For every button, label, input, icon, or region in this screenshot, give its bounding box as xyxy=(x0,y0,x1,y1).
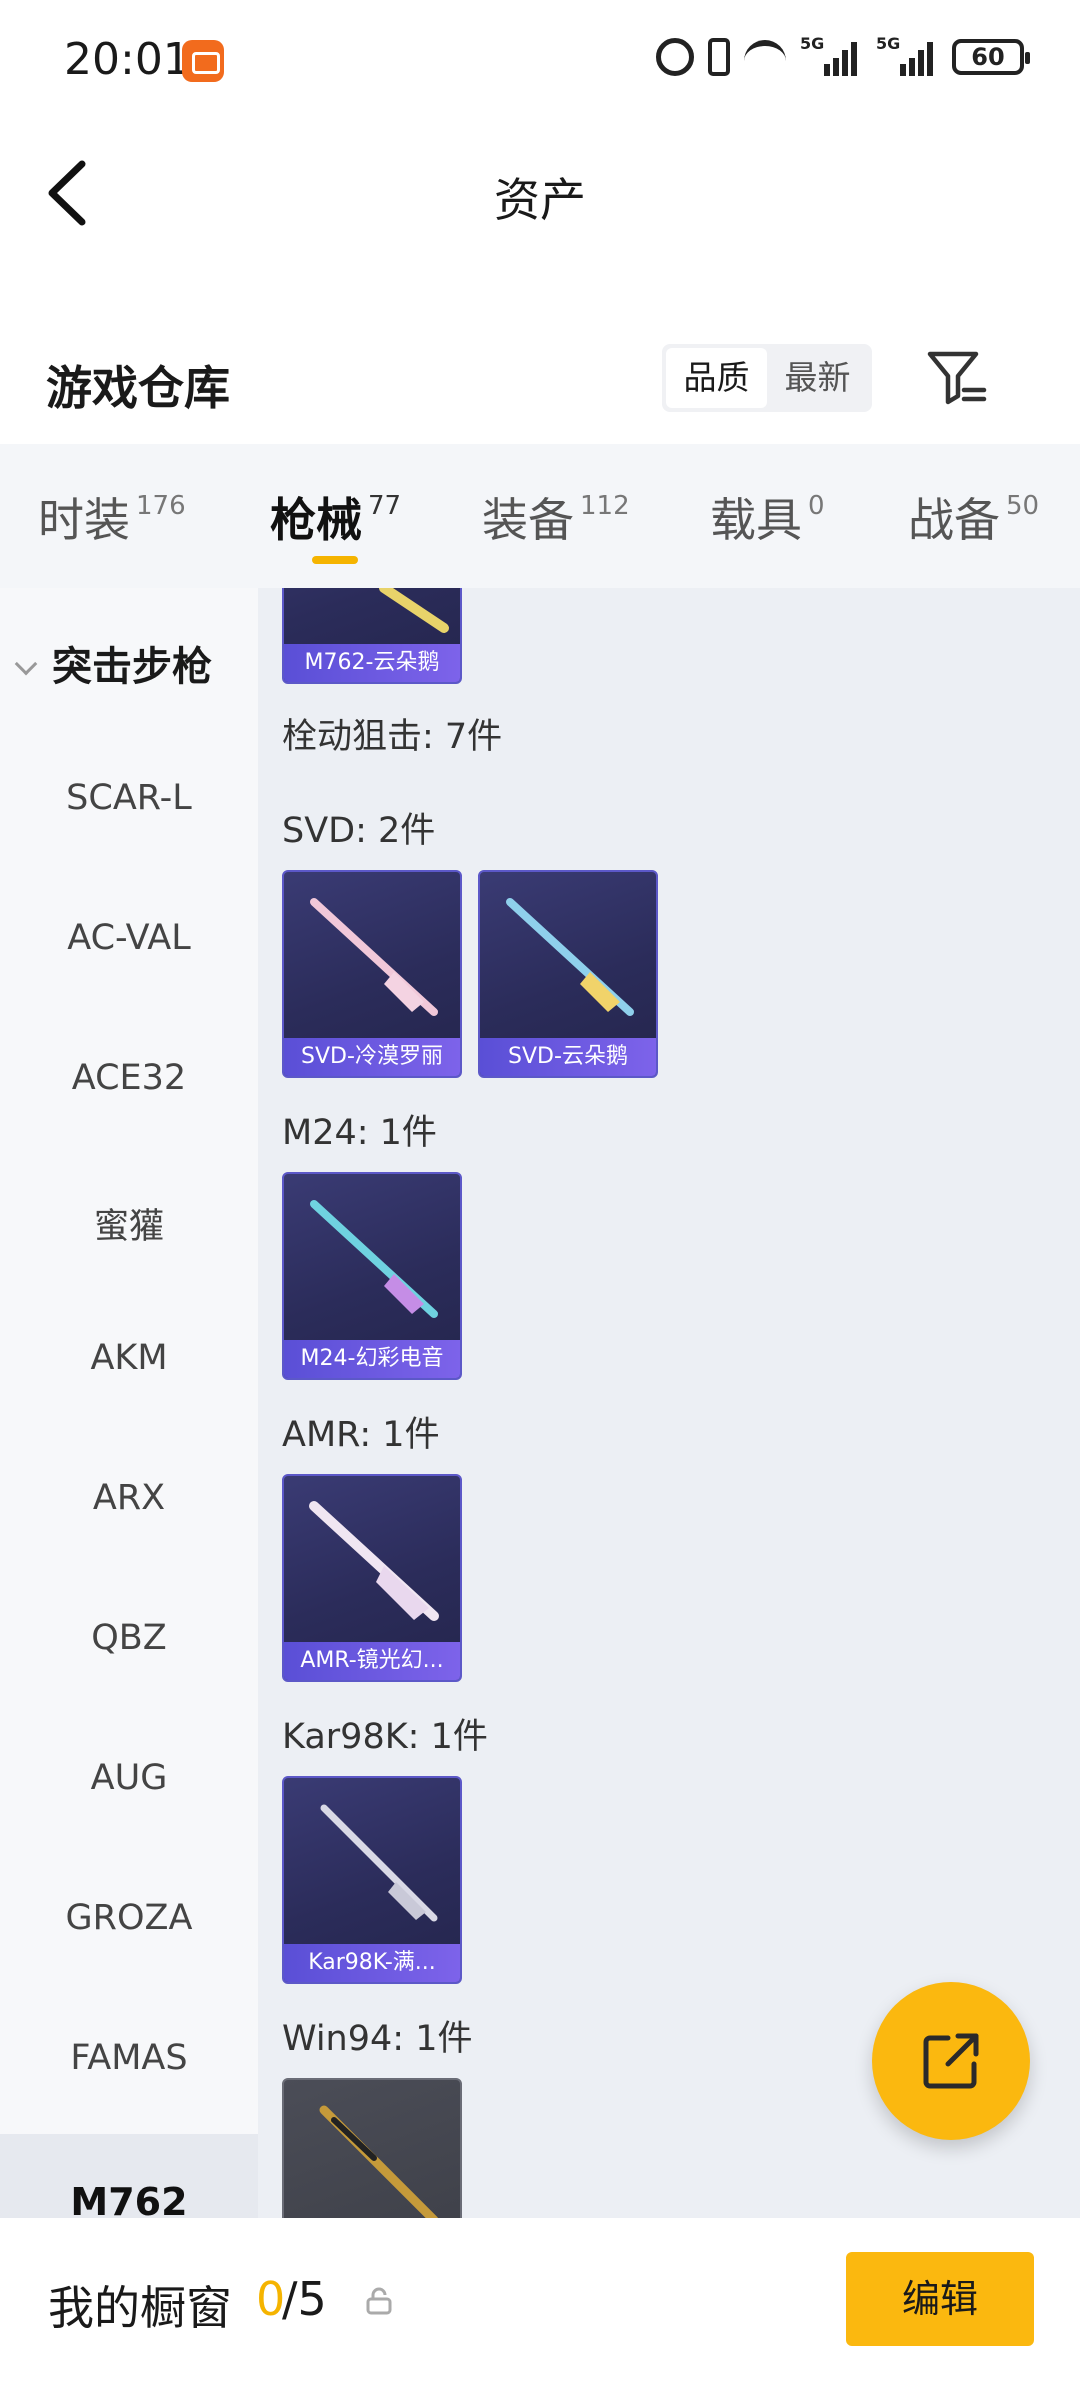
tab-label: 枪械 xyxy=(270,493,362,547)
tab-supplies[interactable]: 战备 50 xyxy=(908,484,1039,550)
page-title: 资产 xyxy=(494,173,586,227)
warehouse-header: 游戏仓库 品质 最新 xyxy=(0,330,1080,430)
weapon-card[interactable]: AMR-镜光幻... xyxy=(282,1474,462,1682)
signal-label: 5G xyxy=(800,34,825,53)
filter-button[interactable] xyxy=(924,344,990,410)
tab-label: 载具 xyxy=(710,493,802,547)
sidebar-group-assault-rifle[interactable]: 突击步枪 xyxy=(14,634,212,692)
showcase-total-count: /5 xyxy=(282,2272,327,2326)
weapon-card[interactable]: SVD-冷漠罗丽 xyxy=(282,870,462,1078)
weapon-card[interactable]: Kar98K-满... xyxy=(282,1776,462,1984)
battery-icon: 60 xyxy=(952,39,1030,75)
tab-count: 112 xyxy=(580,491,630,521)
tab-costume[interactable]: 时装 176 xyxy=(38,484,186,550)
rifle-icon xyxy=(310,1200,438,1318)
share-button[interactable] xyxy=(872,1982,1030,2140)
showcase-label: 我的橱窗 xyxy=(48,2281,232,2335)
signal-icon-2: 5G xyxy=(876,34,938,76)
rifle-icon xyxy=(319,2105,439,2218)
chevron-down-icon xyxy=(14,652,38,676)
rifle-icon xyxy=(310,898,438,1016)
weapon-type-sidebar: 突击步枪 SCAR-L AC-VAL ACE32 蜜獾 AKM ARX QBZ … xyxy=(0,588,258,2218)
group-title: AMR: 1件 xyxy=(282,1415,440,1455)
sort-newest-option[interactable]: 最新 xyxy=(767,348,868,408)
weapon-card[interactable]: SVD-云朵鹅 xyxy=(478,870,658,1078)
bottom-bar: 我的橱窗 0 /5 编辑 xyxy=(0,2218,1080,2382)
showcase-used-count: 0 xyxy=(256,2272,286,2326)
category-tabs: 时装 176 枪械 77 装备 112 载具 0 战备 50 xyxy=(0,444,1080,588)
tab-count: 0 xyxy=(808,491,825,521)
group-title: Kar98K: 1件 xyxy=(282,1717,488,1757)
section-title: 栓动狙击: 7件 xyxy=(282,717,503,757)
card-label: SVD-冷漠罗丽 xyxy=(284,1038,460,1076)
edit-button[interactable]: 编辑 xyxy=(846,2252,1034,2346)
app-notification-icon xyxy=(182,40,224,82)
signal-icon: 5G xyxy=(800,34,862,76)
signal-label-2: 5G xyxy=(876,34,901,53)
alarm-icon xyxy=(656,38,694,76)
status-icons: 5G 5G 60 xyxy=(656,34,1030,76)
tab-count: 50 xyxy=(1006,491,1040,521)
tab-count: 176 xyxy=(136,491,186,521)
sort-quality-option[interactable]: 品质 xyxy=(666,348,767,408)
status-time: 20:01 xyxy=(64,34,191,85)
card-label: M24-幻彩电音 xyxy=(284,1340,460,1378)
sidebar-item[interactable]: QBZ xyxy=(0,1618,258,1658)
tab-vehicles[interactable]: 载具 0 xyxy=(710,484,825,550)
sidebar-group-label: 突击步枪 xyxy=(52,644,212,690)
card-label: SVD-云朵鹅 xyxy=(480,1038,656,1076)
sidebar-item[interactable]: ARX xyxy=(0,1478,258,1518)
warehouse-title: 游戏仓库 xyxy=(46,361,230,415)
sort-toggle: 品质 最新 xyxy=(662,344,872,412)
share-external-icon xyxy=(923,2033,979,2089)
active-tab-indicator xyxy=(312,556,358,564)
wifi-icon xyxy=(744,40,786,74)
filter-icon xyxy=(927,351,987,405)
card-label: AMR-镜光幻... xyxy=(284,1642,460,1680)
sidebar-item[interactable]: FAMAS xyxy=(0,2038,258,2078)
lock-icon xyxy=(366,2287,392,2315)
sidebar-item[interactable]: 蜜獾 xyxy=(0,1198,258,1249)
rifle-icon xyxy=(309,1501,439,1621)
card-label: Kar98K-满... xyxy=(284,1944,460,1982)
sidebar-item[interactable]: GROZA xyxy=(0,1898,258,1938)
group-title: Win94: 1件 xyxy=(282,2019,473,2059)
status-bar: 20:01 5G 5G 60 xyxy=(0,0,1080,126)
sidebar-item[interactable]: ACE32 xyxy=(0,1058,258,1098)
weapon-card[interactable]: M762-云朵鹅 xyxy=(282,588,462,684)
sidebar-item[interactable]: AC-VAL xyxy=(0,918,258,958)
tab-weapons[interactable]: 枪械 77 xyxy=(270,484,401,550)
sidebar-item-active[interactable]: M762 xyxy=(0,2180,258,2218)
group-title: SVD: 2件 xyxy=(282,811,436,851)
vibrate-icon xyxy=(708,38,730,76)
sidebar-item[interactable]: SCAR-L xyxy=(0,778,258,818)
tab-label: 战备 xyxy=(908,493,1000,547)
tab-count: 77 xyxy=(368,491,402,521)
tab-label: 时装 xyxy=(38,493,130,547)
group-title: M24: 1件 xyxy=(282,1113,437,1153)
weapon-card[interactable] xyxy=(282,2078,462,2218)
sidebar-item[interactable]: AKM xyxy=(0,1338,258,1378)
rifle-icon xyxy=(506,898,634,1016)
tab-equipment[interactable]: 装备 112 xyxy=(482,484,630,550)
card-label: M762-云朵鹅 xyxy=(284,644,460,682)
rifle-icon xyxy=(320,1804,438,1922)
weapon-grid: M762-云朵鹅 栓动狙击: 7件 SVD: 2件 SVD-冷漠罗丽 SVD-云… xyxy=(258,588,1080,2218)
tab-label: 装备 xyxy=(482,493,574,547)
weapon-card[interactable]: M24-幻彩电音 xyxy=(282,1172,462,1380)
rifle-icon xyxy=(379,588,449,633)
top-nav: 资产 xyxy=(0,126,1080,256)
sidebar-item[interactable]: AUG xyxy=(0,1758,258,1798)
